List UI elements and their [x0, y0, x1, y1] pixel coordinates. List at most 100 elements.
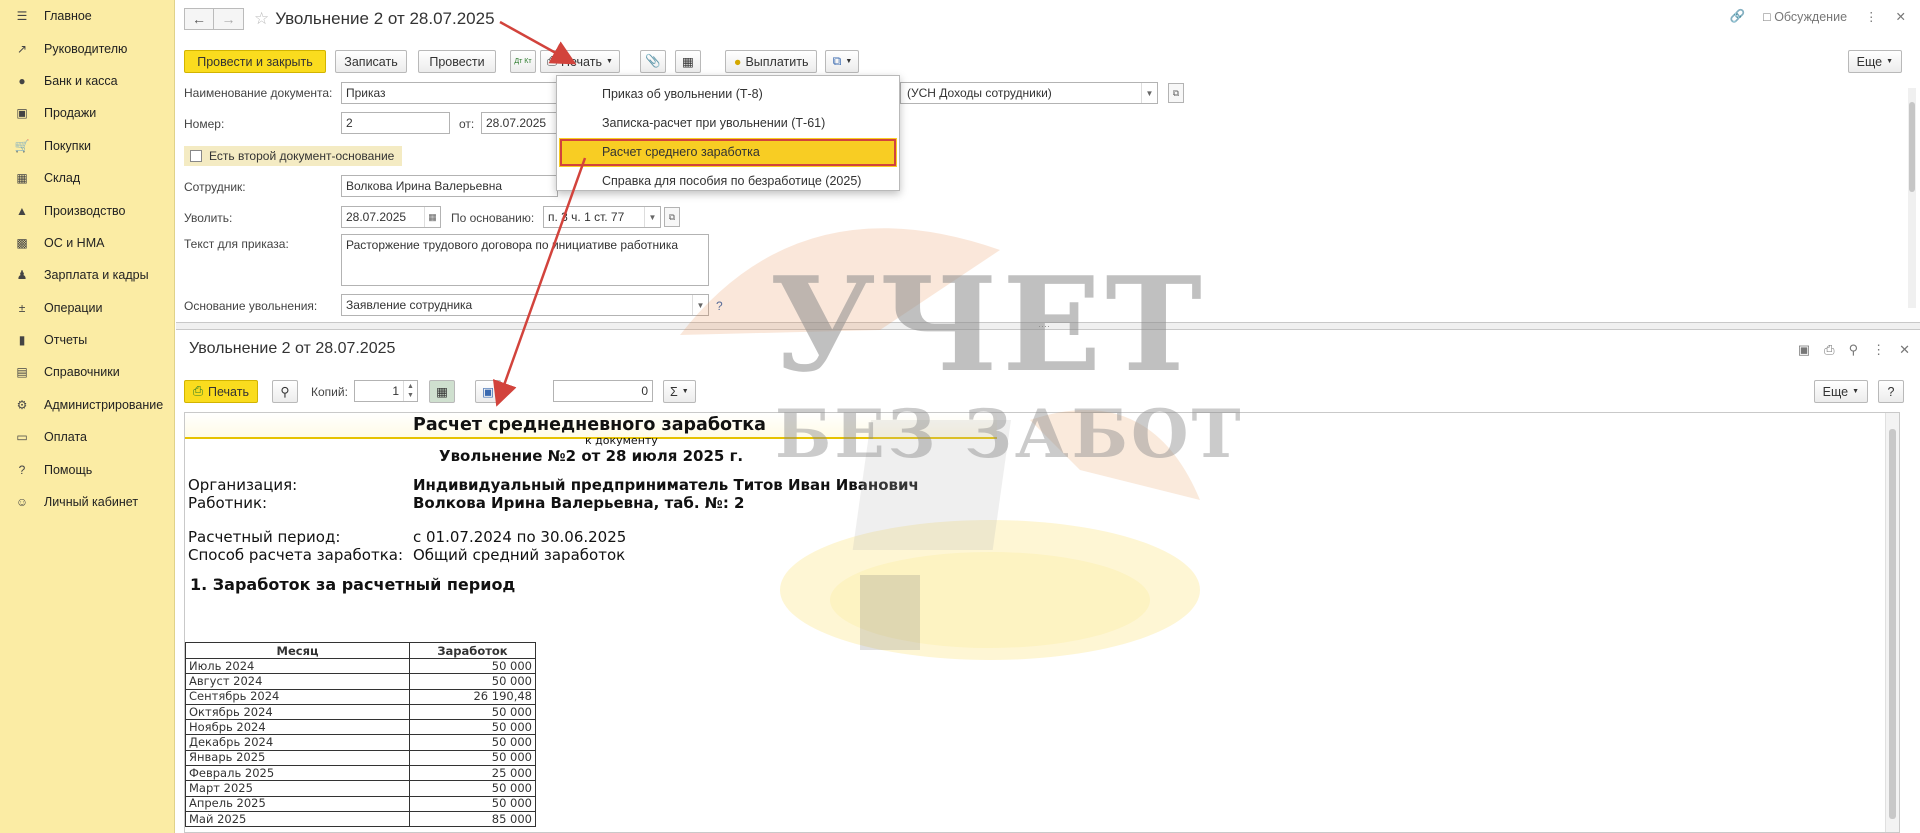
sidebar-item-9[interactable]: ♟ Зарплата и кадры — [0, 259, 174, 291]
second-basis-checkbox-row[interactable]: Есть второй документ-основание — [184, 146, 402, 166]
document-scrollbar-thumb[interactable] — [1889, 429, 1896, 819]
more-vertical-icon[interactable]: ⋮ — [1872, 342, 1885, 358]
dt-kt-button[interactable]: Дт Кт — [510, 50, 536, 73]
sidebar-item-7[interactable]: ▲ Производство — [0, 194, 174, 226]
preview-button-icon[interactable]: ⚲ — [272, 380, 298, 403]
print-menu-item[interactable]: Справка для пособия по безработице (2025… — [557, 167, 899, 196]
order-text-field[interactable]: Расторжение трудового договора по инициа… — [341, 234, 709, 286]
print-menu-item[interactable]: Расчет среднего заработка — [559, 138, 897, 167]
sidebar-item-6[interactable]: ▦ Склад — [0, 162, 174, 194]
print-menu-item[interactable]: Записка-расчет при увольнении (Т-61) — [557, 109, 899, 138]
sidebar-item-3[interactable]: ● Банк и касса — [0, 65, 174, 97]
month-cell: Ноябрь 2024 — [185, 719, 410, 736]
printer-icon[interactable]: ⎙ — [1824, 342, 1834, 358]
basis-label: По основанию: — [451, 211, 535, 225]
worker-label: Работник: — [188, 494, 268, 512]
sidebar-item-14[interactable]: ▭ Оплата — [0, 421, 174, 453]
dismiss-reason-label: Основание увольнения: — [184, 299, 318, 313]
sidebar-item-15[interactable]: ? Помощь — [0, 453, 174, 485]
spreadsheet-document[interactable]: Расчет среднедневного заработка к докуме… — [184, 412, 1900, 833]
more-vertical-icon[interactable]: ⋮ — [1865, 9, 1878, 24]
sidebar-item-16[interactable]: ☺ Личный кабинет — [0, 486, 174, 518]
favorite-star-icon[interactable]: ☆ — [254, 9, 269, 29]
sidebar-item-5[interactable]: 🛒 Покупки — [0, 130, 174, 162]
basis-field[interactable]: п. 3 ч. 1 ст. 77 ▼ — [543, 206, 661, 228]
print-button[interactable]: ⎙ Печать — [184, 380, 258, 403]
close-icon[interactable]: ✕ — [1896, 9, 1906, 24]
chevron-down-icon[interactable]: ▼ — [692, 295, 708, 315]
books-icon: ▤ — [16, 365, 28, 380]
chevron-down-icon[interactable]: ▼ — [644, 207, 660, 227]
bag-icon: ▣ — [16, 106, 28, 121]
open-link-icon[interactable]: ⧉ — [664, 207, 680, 227]
form-title: Увольнение 2 от 28.07.2025 — [275, 9, 495, 28]
employee-field[interactable]: Волкова Ирина Валерьевна — [341, 175, 558, 197]
number-field[interactable]: 2 — [341, 112, 450, 134]
pay-button[interactable]: ● Выплатить — [724, 50, 818, 73]
earnings-cell: 50 000 — [409, 749, 536, 767]
sidebar-item-10[interactable]: ± Операции — [0, 292, 174, 324]
save-icon[interactable]: ▣ — [475, 380, 501, 403]
print-more-button[interactable]: Еще ▼ — [1813, 380, 1868, 403]
dismiss-reason-field[interactable]: Заявление сотрудника ▼ — [341, 294, 709, 316]
sum-dropdown-button[interactable]: Σ ▼ — [663, 380, 696, 403]
form-scrollbar[interactable] — [1908, 88, 1916, 308]
doc-name-label: Наименование документа: — [184, 86, 333, 100]
form-scrollbar-thumb[interactable] — [1909, 102, 1915, 192]
sidebar-item-12[interactable]: ▤ Справочники — [0, 356, 174, 388]
post-button[interactable]: Провести — [418, 50, 496, 73]
forward-button[interactable]: → — [214, 8, 244, 30]
post-and-close-button[interactable]: Провести и закрыть — [184, 50, 326, 73]
sidebar-item-label: Зарплата и кадры — [44, 268, 149, 283]
factory-icon: ▲ — [16, 203, 28, 218]
save-icon[interactable]: ▣ — [1798, 342, 1810, 358]
sidebar-item-label: ОС и НМА — [44, 235, 105, 250]
preview-icon[interactable]: ⚲ — [1849, 342, 1859, 358]
people-icon: ♟ — [16, 268, 28, 283]
help-icon[interactable]: ? — [716, 299, 723, 313]
sidebar-item-label: Операции — [44, 300, 103, 315]
pay-label: Выплатить — [745, 54, 809, 69]
print-menu-item[interactable]: Приказ об увольнении (Т-8) — [557, 80, 899, 109]
organization-field[interactable]: (УСН Доходы сотрудники) ▼ — [900, 82, 1158, 104]
create-based-button[interactable]: ⧉ ▼ — [825, 50, 860, 73]
more-button[interactable]: Еще ▼ — [1847, 50, 1902, 73]
sidebar-item-label: Справочники — [44, 365, 120, 380]
sidebar-item-label: Продажи — [44, 106, 97, 121]
second-basis-checkbox[interactable] — [190, 150, 202, 162]
panel-splitter[interactable]: ···· — [176, 322, 1920, 331]
sidebar: ☰ Главное ↗ Руководителю ● Банк и касса ▣ Прода… — [0, 0, 175, 833]
back-button[interactable]: ← — [184, 8, 214, 30]
dismiss-date-field[interactable]: 28.07.2025 ▦ — [341, 206, 441, 228]
sidebar-item-13[interactable]: ⚙ Администрирование — [0, 389, 174, 421]
link-icon[interactable]: 🔗 — [1730, 9, 1746, 24]
sidebar-item-4[interactable]: ▣ Продажи — [0, 97, 174, 129]
document-scrollbar[interactable] — [1885, 413, 1899, 832]
table-row: Ноябрь 2024 50 000 — [185, 719, 536, 736]
stepper-arrows-icon[interactable]: ▲ ▼ — [403, 381, 417, 401]
calendar-icon[interactable]: ▦ — [424, 207, 440, 227]
sidebar-item-label: Банк и касса — [44, 73, 118, 88]
splitter-grip-icon[interactable]: ···· — [1038, 322, 1050, 331]
month-cell: Апрель 2025 — [185, 795, 410, 812]
help-button[interactable]: ? — [1878, 380, 1904, 403]
attachment-icon[interactable]: 📎 — [639, 50, 666, 73]
sidebar-item-8[interactable]: ▩ ОС и НМА — [0, 227, 174, 259]
month-cell: Декабрь 2024 — [185, 734, 410, 751]
sidebar-item-1[interactable]: ☰ Главное — [0, 0, 174, 32]
print-dropdown-button[interactable]: ⎙ Печать ▼ — [540, 50, 620, 73]
table-row: Август 2024 50 000 — [185, 673, 536, 690]
sidebar-item-11[interactable]: ▮ Отчеты — [0, 324, 174, 356]
copies-stepper[interactable]: 1 ▲ ▼ — [354, 380, 418, 402]
sidebar-item-2[interactable]: ↗ Руководителю — [0, 32, 174, 64]
chevron-down-icon: ▼ — [681, 388, 689, 395]
structure-icon[interactable]: ▦ — [674, 50, 701, 73]
discussion-button[interactable]: □ Обсуждение — [1763, 10, 1847, 24]
chevron-down-icon[interactable]: ▼ — [1141, 83, 1157, 103]
save-button[interactable]: Записать — [335, 50, 407, 73]
edit-mode-icon[interactable]: ▦ — [429, 380, 455, 403]
open-link-icon[interactable]: ⧉ — [1168, 83, 1184, 103]
close-icon[interactable]: ✕ — [1899, 342, 1910, 358]
sum-field[interactable]: 0 — [553, 380, 653, 402]
earnings-cell: 50 000 — [409, 795, 536, 812]
